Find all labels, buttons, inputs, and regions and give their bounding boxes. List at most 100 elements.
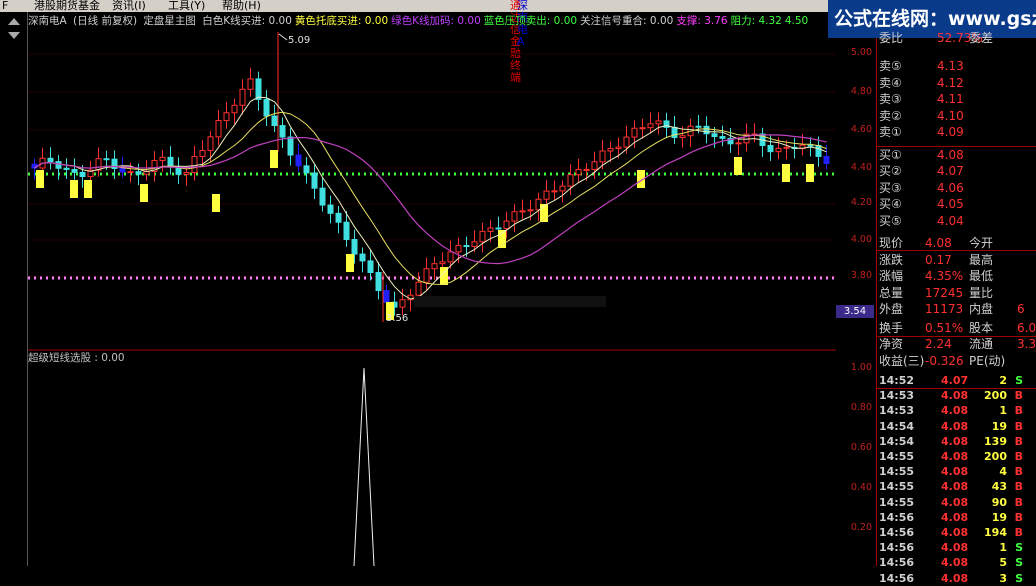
candle-body — [711, 133, 718, 138]
tick-volume: 43 — [991, 480, 1007, 494]
candle-body — [231, 104, 238, 114]
candle-body — [583, 168, 590, 171]
sell-level-row-label: 卖② — [879, 108, 902, 123]
buy-level-row-label: 买① — [879, 147, 902, 162]
tick-row: 14:56 4.08 3 S — [879, 571, 1035, 586]
sell-level-row: 卖③ 4.11 — [879, 91, 1035, 107]
candle-body — [95, 158, 102, 171]
candle-body — [655, 120, 662, 125]
quote-stat2-row-label2: 股本 — [969, 320, 994, 335]
candle-body — [295, 154, 302, 167]
candle-body — [319, 187, 326, 206]
tick-time: 14:53 — [879, 404, 915, 418]
candle-body — [647, 123, 654, 129]
candle-body — [519, 210, 526, 213]
tick-side: B — [1014, 480, 1023, 494]
quote-stat-row-label: 外盘 — [879, 302, 904, 316]
tick-side: S — [1015, 374, 1023, 387]
buy-level-row-value: 4.05 — [937, 197, 964, 211]
tick-volume: 1 — [999, 541, 1007, 555]
scroll-down-icon[interactable] — [8, 32, 20, 39]
bid-ask-ratio-row: 委比 52.73% 委差 — [879, 30, 1035, 46]
menu-item-info[interactable]: 资讯(I) — [112, 0, 146, 12]
tick-side: S — [1015, 556, 1023, 570]
price-axis-label: 5.00 — [850, 47, 872, 58]
bid-ask-ratio-row-label: 委比 — [879, 31, 904, 45]
tick-price: 4.08 — [941, 541, 969, 555]
panel-separator — [876, 336, 1036, 337]
candle-body — [503, 220, 510, 230]
quote-stat-row-label: 涨幅 — [879, 269, 904, 283]
candle-body — [551, 190, 558, 193]
menu-item-f[interactable]: F — [2, 0, 8, 12]
candle-body — [639, 127, 646, 130]
candle-body — [479, 230, 486, 243]
quote-stat-row-label: 现价 — [879, 236, 904, 250]
quote-stat2-row-value: 2.24 — [925, 337, 952, 351]
tick-price: 4.08 — [941, 389, 969, 403]
quote-stat2-row: 换手 0.51% 股本 6.0 — [879, 320, 1036, 336]
sub-indicator-title: 超级短线选股 : 0.00 — [28, 352, 125, 364]
buy-level-row: 买② 4.07 — [879, 163, 1035, 179]
candle-body — [159, 156, 166, 162]
quote-stat-row-value: 4.08 — [925, 236, 952, 250]
tick-time: 14:55 — [879, 480, 915, 494]
sell-level-row-label: 卖③ — [879, 92, 902, 106]
scroll-up-icon[interactable] — [8, 18, 20, 25]
tick-volume: 90 — [991, 495, 1007, 509]
candle-body — [255, 78, 262, 100]
menu-item-tools[interactable]: 工具(Y) — [168, 0, 205, 12]
sell-level-row: 卖① 4.09 — [879, 124, 1035, 140]
tick-price: 4.08 — [941, 434, 969, 448]
tick-row: 14:56 4.08 19 B — [879, 510, 1035, 525]
buy-level-row: 买④ 4.05 — [879, 196, 1035, 212]
candle-body — [71, 168, 78, 173]
candle-body — [279, 125, 286, 138]
candle-body — [431, 263, 438, 270]
candle-body — [487, 227, 494, 232]
candle-body — [783, 146, 790, 149]
tick-volume: 200 — [984, 450, 1007, 463]
quote-stat2-row-label: 收益(三) — [879, 353, 925, 368]
candle-body — [47, 157, 54, 163]
tick-volume: 19 — [991, 510, 1007, 524]
sell-level-row: 卖⑤ 4.13 — [879, 58, 1035, 74]
quote-stat-row-label2: 内盘 — [969, 302, 994, 316]
tick-row: 14:54 4.08 139 B — [879, 434, 1035, 449]
tick-price: 4.08 — [941, 495, 969, 509]
menu-item-help[interactable]: 帮助(H) — [222, 0, 261, 12]
low-price-label: 3.56 — [386, 313, 408, 324]
buy-level-row-label: 买② — [879, 164, 902, 178]
tick-price: 4.08 — [941, 510, 969, 524]
kline-chart[interactable]: 5.09 3.56 — [28, 12, 836, 566]
candle-body — [55, 161, 62, 169]
sub-axis-label: 0.20 — [850, 522, 872, 533]
tick-side: B — [1014, 465, 1023, 479]
candle-body — [631, 127, 638, 138]
candle-body — [735, 142, 742, 145]
price-axis-label: 4.40 — [850, 162, 872, 173]
tick-price: 4.08 — [941, 450, 969, 463]
candle-body — [79, 171, 86, 178]
sell-level-row-value: 4.13 — [937, 59, 964, 73]
ma-yellow-line — [34, 111, 827, 285]
signal-bar — [84, 180, 92, 198]
tick-price: 4.08 — [941, 556, 969, 570]
candle-body — [415, 281, 422, 296]
chart-grid — [28, 53, 836, 277]
quote-stat-row: 现价 4.08 今开 — [879, 235, 1035, 251]
tick-time: 14:55 — [879, 495, 915, 509]
signal-bar — [270, 150, 278, 168]
candle-body — [567, 174, 574, 187]
quote-stat2-row-value: -0.326 — [925, 353, 964, 368]
candle-body — [423, 268, 430, 283]
candle-body — [119, 168, 126, 173]
candle-body — [399, 299, 406, 308]
menu-item-hk-futures[interactable]: 港股期货基金 — [34, 0, 100, 12]
quote-stat-row-label2: 量比 — [969, 285, 994, 300]
buy-level-row-value: 4.06 — [937, 180, 964, 195]
quote-stat2-row-label: 净资 — [879, 337, 904, 351]
tick-volume: 2 — [999, 374, 1007, 387]
tick-side: S — [1015, 541, 1023, 555]
candle-body — [679, 135, 686, 139]
